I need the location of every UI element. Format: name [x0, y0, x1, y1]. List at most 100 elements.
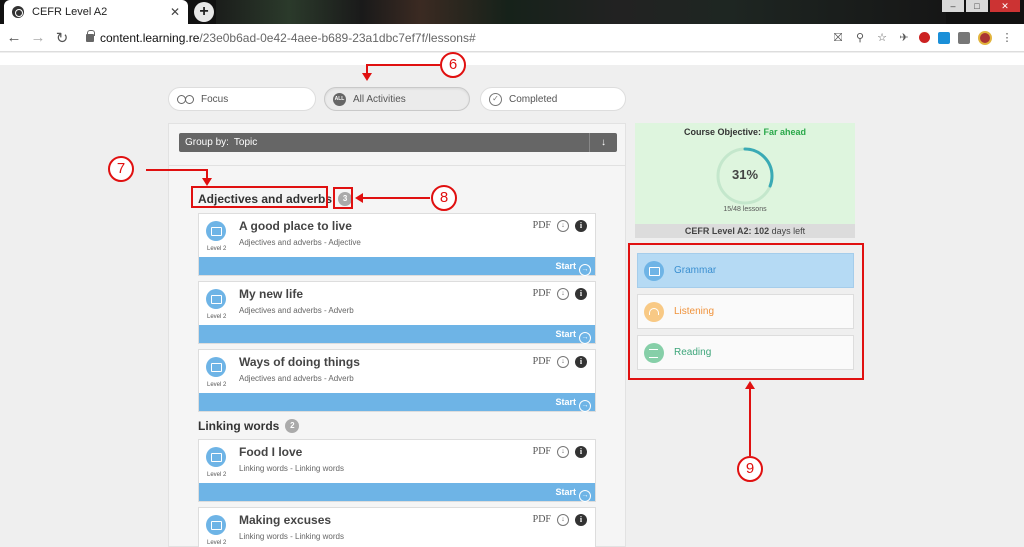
lesson-level: Level 2: [207, 382, 227, 388]
lesson-card[interactable]: Level 2 Food I love Linking words - Link…: [198, 439, 596, 502]
filter-completed-label: Completed: [509, 93, 558, 105]
browser-tab-bar: CEFR Level A2 ✕ + – □ ✕: [0, 0, 1024, 24]
lesson-card[interactable]: Level 2 Ways of doing things Adjectives …: [198, 349, 596, 412]
pdf-label[interactable]: PDF: [533, 288, 551, 299]
lesson-title[interactable]: Making excuses: [239, 513, 331, 527]
download-icon[interactable]: ↓: [557, 288, 569, 300]
group-by-value: Topic: [233, 137, 258, 148]
start-button[interactable]: Start →: [199, 393, 595, 412]
topic-count-badge: 2: [285, 419, 300, 433]
info-icon[interactable]: i: [575, 514, 587, 526]
close-tab-icon[interactable]: ✕: [170, 5, 180, 19]
new-tab-button[interactable]: +: [194, 2, 214, 22]
forward-icon[interactable]: →: [26, 29, 50, 46]
annotation-9: 9: [737, 456, 763, 482]
lesson-card[interactable]: Level 2 Making excuses Linking words - L…: [198, 507, 596, 547]
annotation-7: 7: [108, 156, 134, 182]
lesson-screen-icon: [206, 447, 226, 467]
lesson-subtitle: Adjectives and adverbs - Adverb: [239, 306, 354, 315]
menu-icon[interactable]: ⋮: [1000, 31, 1014, 45]
lesson-subtitle: Adjectives and adverbs - Adjective: [239, 238, 361, 247]
highlight-topic-count: [333, 187, 353, 209]
annotation-6: 6: [440, 52, 466, 78]
pdf-label[interactable]: PDF: [533, 514, 551, 525]
back-icon[interactable]: ←: [2, 29, 26, 46]
progress-percent: 31%: [731, 167, 759, 182]
info-icon[interactable]: i: [575, 220, 587, 232]
lesson-screen-icon: [206, 515, 226, 535]
filter-all-label: All Activities: [353, 93, 406, 105]
window-extension-icon[interactable]: [938, 31, 950, 44]
address-bar: ← → ↻ content.learning.re/23e0b6ad-0e42-…: [0, 24, 1024, 52]
download-icon[interactable]: ↓: [557, 446, 569, 458]
bookmark-star-icon[interactable]: ☆: [875, 31, 889, 45]
start-button[interactable]: Start →: [199, 257, 595, 276]
profile-avatar-icon[interactable]: [978, 30, 992, 45]
filter-all-activities[interactable]: ALL All Activities: [324, 87, 470, 111]
annotation-line: [146, 169, 208, 171]
browser-tab[interactable]: CEFR Level A2 ✕: [4, 0, 188, 24]
filter-focus[interactable]: Focus: [168, 87, 316, 111]
pdf-label[interactable]: PDF: [533, 356, 551, 367]
lesson-screen-icon: [206, 357, 226, 377]
start-button[interactable]: Start →: [199, 483, 595, 502]
topic-heading: Linking words 2: [198, 419, 300, 433]
tab-bar-background: [216, 0, 946, 24]
info-icon[interactable]: i: [575, 446, 587, 458]
download-icon[interactable]: ↓: [557, 356, 569, 368]
info-icon[interactable]: i: [575, 288, 587, 300]
lock-icon: [86, 29, 95, 42]
arrow-right-icon: →: [579, 490, 591, 502]
check-icon: ✓: [489, 92, 502, 106]
lesson-level: Level 2: [207, 472, 227, 478]
objective-status: Far ahead: [763, 127, 807, 137]
lesson-level: Level 2: [207, 246, 227, 252]
group-by-select[interactable]: Group by: Topic ↓: [179, 133, 617, 152]
close-window-button[interactable]: ✕: [990, 0, 1020, 12]
topic-title: Linking words: [198, 419, 280, 433]
globe-icon: [12, 6, 24, 18]
download-icon[interactable]: ↓: [557, 514, 569, 526]
lesson-title[interactable]: Food I love: [239, 445, 302, 459]
arrow-right-icon: →: [579, 264, 591, 276]
lesson-title[interactable]: A good place to live: [239, 219, 352, 233]
window-controls: – □ ✕: [942, 0, 1020, 12]
download-icon[interactable]: ↓: [557, 220, 569, 232]
record-extension-icon[interactable]: [919, 32, 930, 43]
arrow-down-icon[interactable]: ↓: [589, 133, 617, 152]
translate-icon[interactable]: ⛝: [831, 31, 845, 45]
group-by-label: Group by:: [185, 137, 229, 148]
lesson-title[interactable]: My new life: [239, 287, 303, 301]
lessons-count: 15/48 lessons: [723, 206, 767, 213]
start-button[interactable]: Start →: [199, 325, 595, 344]
lesson-card[interactable]: Level 2 My new life Adjectives and adver…: [198, 281, 596, 344]
lesson-screen-icon: [206, 289, 226, 309]
zoom-icon[interactable]: ⚲: [853, 31, 867, 45]
binoculars-icon: [177, 94, 194, 104]
minimize-button[interactable]: –: [942, 0, 964, 12]
url-text: content.learning.re/23e0b6ad-0e42-4aee-b…: [100, 30, 476, 45]
arrow-right-icon: →: [579, 332, 591, 344]
extension-icon[interactable]: ✈: [897, 31, 911, 45]
pdf-label[interactable]: PDF: [533, 446, 551, 457]
pdf-label[interactable]: PDF: [533, 220, 551, 231]
toolbar-icons: ⛝ ⚲ ☆ ✈ ⋮: [831, 30, 1014, 45]
lesson-level: Level 2: [207, 540, 227, 546]
grid-extension-icon[interactable]: [958, 31, 970, 44]
highlight-topic-title: [191, 186, 328, 208]
lesson-title[interactable]: Ways of doing things: [239, 355, 360, 369]
annotation-line: [362, 197, 430, 199]
lesson-card[interactable]: Level 2 A good place to live Adjectives …: [198, 213, 596, 276]
lesson-subtitle: Adjectives and adverbs - Adverb: [239, 374, 354, 383]
maximize-button[interactable]: □: [966, 0, 988, 12]
annotation-line: [366, 64, 440, 66]
arrow-down-icon: [202, 178, 212, 186]
divider: [169, 165, 625, 166]
info-icon[interactable]: i: [575, 356, 587, 368]
filter-completed[interactable]: ✓ Completed: [480, 87, 626, 111]
reload-icon[interactable]: ↻: [50, 29, 74, 47]
annotation-line: [749, 388, 751, 456]
lesson-subtitle: Linking words - Linking words: [239, 464, 344, 473]
url-field[interactable]: content.learning.re/23e0b6ad-0e42-4aee-b…: [82, 26, 823, 50]
lesson-screen-icon: [206, 221, 226, 241]
